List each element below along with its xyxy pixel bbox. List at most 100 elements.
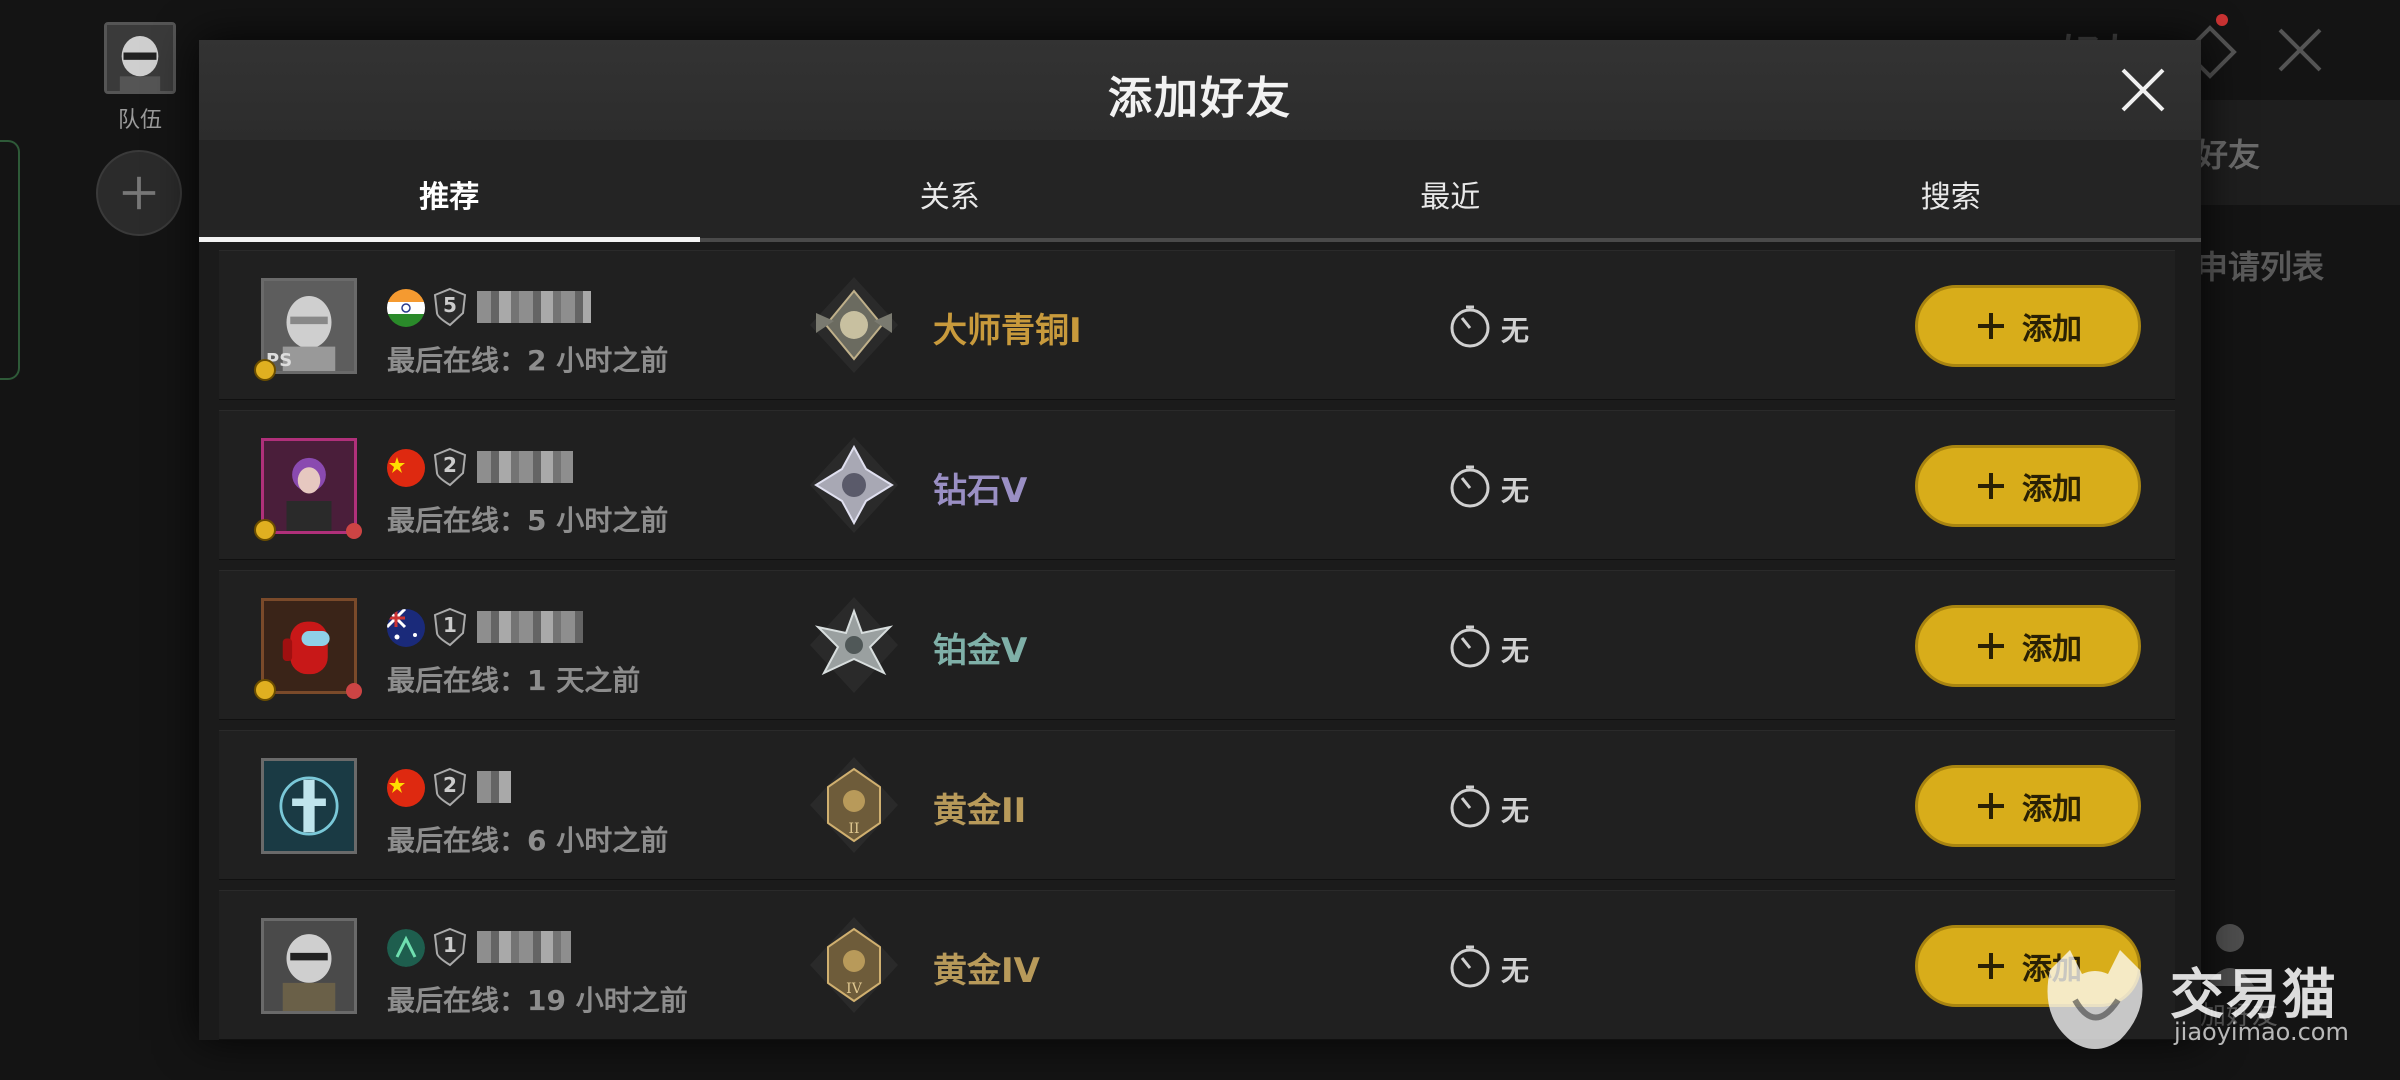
level-number: 2 bbox=[443, 773, 457, 797]
timer-icon bbox=[1447, 303, 1493, 349]
close-icon bbox=[2121, 68, 2165, 112]
play-time-text: 无 bbox=[1501, 634, 1530, 667]
level-number: 1 bbox=[443, 613, 457, 637]
character-avatar-icon bbox=[264, 441, 354, 531]
level-number: 2 bbox=[443, 453, 457, 477]
player-name-redacted bbox=[477, 771, 511, 803]
helmet-avatar-icon bbox=[107, 25, 173, 91]
player-avatar[interactable] bbox=[254, 438, 362, 541]
china-flag-icon bbox=[387, 449, 425, 487]
player-name-redacted bbox=[477, 451, 573, 483]
player-avatar[interactable] bbox=[261, 918, 357, 1014]
svg-text:II: II bbox=[848, 821, 859, 837]
heart-badge-icon bbox=[346, 683, 362, 699]
add-button-label: 添加 bbox=[2022, 952, 2082, 987]
timer-icon bbox=[1447, 783, 1493, 829]
plus-icon bbox=[1974, 309, 2008, 343]
tab-relations[interactable]: 关系 bbox=[700, 140, 1201, 242]
tab-recent[interactable]: 最近 bbox=[1200, 140, 1701, 242]
tab-bar: 推荐 关系 最近 搜索 bbox=[199, 140, 2201, 242]
level-shield-icon: 1 bbox=[433, 607, 467, 647]
svg-text:IV: IV bbox=[846, 981, 863, 997]
add-friend-button[interactable]: 添加 bbox=[1915, 285, 2141, 367]
add-button-label: 添加 bbox=[2022, 472, 2082, 507]
request-list-link[interactable]: 申请列表 bbox=[2196, 242, 2324, 288]
rank-badge-icon: II bbox=[804, 753, 904, 857]
player-avatar[interactable] bbox=[254, 598, 362, 701]
add-friend-label: 加好友 bbox=[2200, 1001, 2279, 1031]
background-close-icon[interactable] bbox=[2272, 22, 2328, 78]
last-online-text: 最后在线：2 小时之前 bbox=[387, 344, 669, 377]
dialog-title: 添加好友 bbox=[1108, 73, 1292, 124]
friends-panel-title: 好友 bbox=[2196, 136, 2261, 174]
timer-icon bbox=[1447, 943, 1493, 989]
add-friend-button[interactable]: 添加 bbox=[1915, 765, 2141, 847]
rank-name: 黄金II bbox=[933, 791, 1027, 831]
plus-icon bbox=[1974, 629, 2008, 663]
plus-icon bbox=[1974, 789, 2008, 823]
player-name-redacted bbox=[477, 611, 583, 643]
player-avatar[interactable]: PS bbox=[254, 278, 357, 381]
last-online-text: 最后在线：6 小时之前 bbox=[387, 824, 669, 857]
player-name-redacted bbox=[477, 931, 571, 963]
emblem-avatar-icon bbox=[264, 761, 354, 851]
tab-recommended[interactable]: 推荐 bbox=[199, 140, 700, 242]
player-row: 1 最后在线：1 天之前 铂金V 无 添加 bbox=[219, 570, 2175, 720]
level-number: 1 bbox=[443, 933, 457, 957]
heart-badge-icon bbox=[346, 523, 362, 539]
add-button-label: 添加 bbox=[2022, 312, 2082, 347]
add-button-label: 添加 bbox=[2022, 792, 2082, 827]
play-time-text: 无 bbox=[1501, 794, 1530, 827]
last-online-text: 最后在线：5 小时之前 bbox=[387, 504, 669, 537]
timer-icon bbox=[1447, 463, 1493, 509]
team-add-button[interactable] bbox=[96, 150, 182, 236]
india-flag-icon bbox=[387, 289, 425, 327]
rank-name: 铂金V bbox=[933, 631, 1028, 671]
player-row: PS 5 最后在线：2 小时之前 大师青铜I 无 添加 bbox=[219, 250, 2175, 400]
crown-badge-icon bbox=[254, 519, 276, 541]
rank-badge-icon bbox=[804, 273, 904, 377]
notification-dot bbox=[2216, 14, 2228, 26]
rank-badge-icon bbox=[804, 593, 904, 697]
close-button[interactable] bbox=[2113, 60, 2173, 120]
rank-name: 大师青铜I bbox=[933, 311, 1082, 351]
dialog-header: 添加好友 bbox=[199, 40, 2201, 140]
add-friend-button[interactable]: 添加 bbox=[1915, 605, 2141, 687]
helmet-avatar-icon bbox=[264, 921, 354, 1011]
team-avatar bbox=[104, 22, 176, 94]
plus-icon bbox=[122, 176, 156, 210]
player-name-redacted bbox=[477, 291, 591, 323]
level-number: 5 bbox=[443, 293, 457, 317]
recommended-player-list: PS 5 最后在线：2 小时之前 大师青铜I 无 添加 2 最后在线：5 小时之… bbox=[219, 250, 2175, 1050]
rank-name: 钻石V bbox=[933, 471, 1028, 511]
plus-icon bbox=[1974, 949, 2008, 983]
region-icon bbox=[387, 929, 425, 967]
player-row: 2 最后在线：6 小时之前 II 黄金II 无 添加 bbox=[219, 730, 2175, 880]
china-flag-icon bbox=[387, 769, 425, 807]
team-slot[interactable]: 队伍 bbox=[100, 22, 180, 134]
crewmate-avatar-icon bbox=[264, 601, 354, 691]
level-shield-icon: 2 bbox=[433, 447, 467, 487]
level-shield-icon: 2 bbox=[433, 767, 467, 807]
rank-name: 黄金IV bbox=[933, 951, 1040, 991]
player-avatar[interactable] bbox=[261, 758, 357, 854]
crown-badge-icon bbox=[254, 679, 276, 701]
last-online-text: 最后在线：19 小时之前 bbox=[387, 984, 688, 1017]
play-time-text: 无 bbox=[1501, 314, 1530, 347]
team-label: 队伍 bbox=[117, 108, 162, 133]
add-friend-dialog: 添加好友 推荐 关系 最近 搜索 PS 5 最后在线：2 小时之前 大师青铜I … bbox=[199, 40, 2201, 1040]
crown-badge-icon bbox=[254, 359, 276, 381]
plus-icon bbox=[1974, 469, 2008, 503]
timer-icon bbox=[1447, 623, 1493, 669]
level-shield-icon: 1 bbox=[433, 927, 467, 967]
add-friend-button[interactable]: 添加 bbox=[1915, 445, 2141, 527]
last-online-text: 最后在线：1 天之前 bbox=[387, 664, 641, 697]
tab-search[interactable]: 搜索 bbox=[1701, 140, 2202, 242]
play-time-text: 无 bbox=[1501, 954, 1530, 987]
add-friend-person-icon[interactable] bbox=[2200, 920, 2260, 990]
player-row: 2 最后在线：5 小时之前 钻石V 无 添加 bbox=[219, 410, 2175, 560]
side-highlight bbox=[0, 140, 20, 380]
australia-flag-icon bbox=[387, 609, 425, 647]
screen: 队伍 好友 好友 申请列表 加好友 添加好友 bbox=[0, 0, 2400, 1080]
add-friend-button[interactable]: 添加 bbox=[1915, 925, 2141, 1007]
